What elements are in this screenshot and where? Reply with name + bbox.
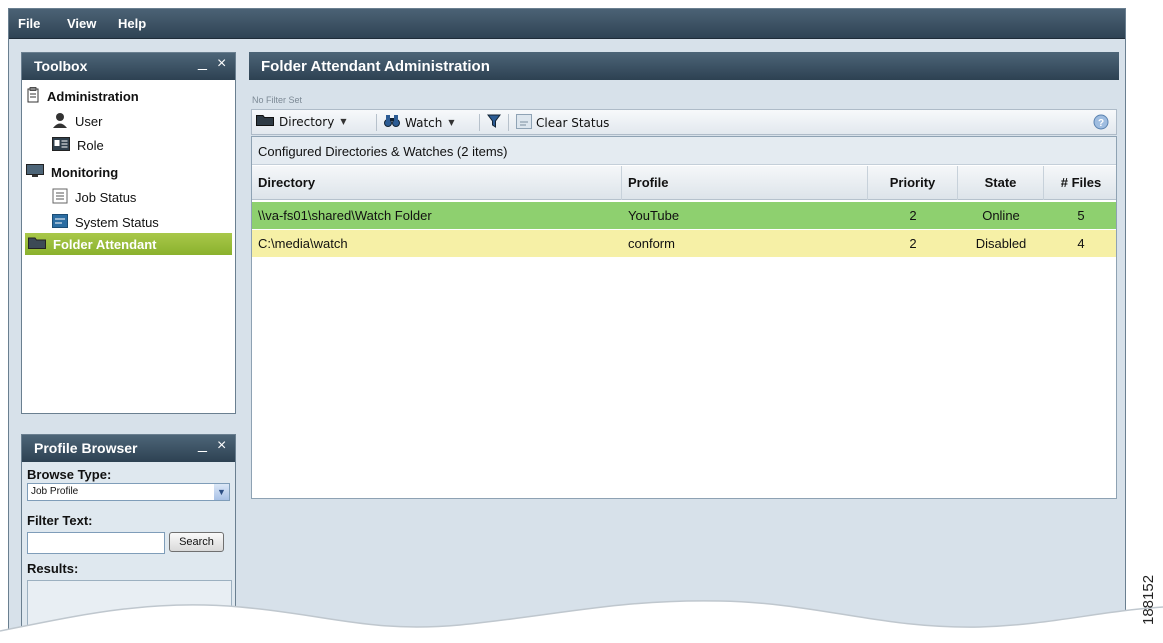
toolbox-item-label: Administration: [47, 88, 139, 104]
cell-priority: 2: [909, 208, 917, 223]
toolbar: Directory ▼ Watch ▼ Clear Status ?: [251, 109, 1117, 135]
cell-profile: YouTube: [628, 208, 680, 223]
table-row[interactable]: C:\media\watch conform 2 Disabled 4: [252, 230, 1116, 257]
directory-button[interactable]: Directory ▼: [256, 114, 346, 129]
cell-profile: conform: [628, 236, 675, 251]
help-button[interactable]: ?: [1093, 114, 1109, 133]
profile-browser-title: Profile Browser: [34, 440, 138, 456]
help-icon: ?: [1093, 114, 1109, 133]
cell-directory: \\va-fs01\shared\Watch Folder: [258, 208, 432, 223]
toolbox-item-label: Role: [77, 137, 104, 153]
toolbox-item-system-status[interactable]: System Status: [52, 211, 232, 233]
watch-button[interactable]: Watch ▼: [384, 114, 455, 131]
menubar: File View Help: [9, 9, 1125, 39]
clear-status-button[interactable]: Clear Status: [516, 114, 609, 132]
cell-state: Online: [982, 208, 1020, 223]
toolbox-item-job-status[interactable]: Job Status: [52, 186, 232, 208]
main-header: Folder Attendant Administration: [249, 52, 1119, 80]
results-label: Results:: [27, 561, 79, 576]
watch-button-label: Watch: [405, 115, 443, 130]
binoculars-icon: [384, 114, 400, 131]
cell-files: 5: [1077, 208, 1085, 223]
toolbar-divider: [479, 114, 480, 131]
column-header-directory[interactable]: Directory: [252, 166, 622, 200]
folder-attendant-panel: Folder Attendant Administration No Filte…: [249, 52, 1119, 642]
toolbox-item-folder-attendant[interactable]: Folder Attendant: [25, 233, 232, 255]
filter-text-label: Filter Text:: [27, 513, 93, 528]
svg-text:?: ?: [1098, 118, 1104, 129]
minimize-icon[interactable]: _: [198, 54, 207, 72]
column-header-state[interactable]: State: [958, 166, 1044, 200]
toolbox-item-role[interactable]: Role: [52, 134, 232, 156]
menu-help[interactable]: Help: [118, 16, 146, 31]
toolbox-item-label: User: [75, 113, 103, 129]
toolbox-item-monitoring[interactable]: Monitoring: [26, 161, 231, 183]
cell-state: Disabled: [975, 236, 1027, 251]
minimize-icon[interactable]: _: [198, 436, 207, 454]
search-button[interactable]: Search: [169, 532, 224, 552]
toolbox-panel: Toolbox _ × Administration User Role Mon…: [21, 52, 236, 414]
cell-files: 4: [1077, 236, 1085, 251]
toolbar-divider: [376, 114, 377, 131]
toolbar-divider: [508, 114, 509, 131]
close-icon[interactable]: ×: [217, 55, 226, 73]
menu-view[interactable]: View: [67, 16, 96, 31]
chevron-down-icon: ▼: [340, 117, 347, 126]
chevron-down-icon: ▼: [448, 118, 455, 127]
chevron-down-icon[interactable]: ▼: [214, 484, 229, 500]
filter-icon: [487, 114, 501, 131]
toolbox-item-administration[interactable]: Administration: [26, 85, 231, 107]
toolbox-item-label: Job Status: [75, 189, 137, 205]
directory-button-label: Directory: [279, 114, 335, 129]
toolbox-item-user[interactable]: User: [52, 110, 232, 132]
browse-type-label: Browse Type:: [27, 467, 112, 482]
application-window: File View Help Toolbox _ × Administratio…: [8, 8, 1126, 643]
column-header-priority[interactable]: Priority: [868, 166, 958, 200]
profile-browser-header: Profile Browser _ ×: [22, 435, 235, 462]
id-card-icon: [52, 136, 70, 154]
column-header-profile[interactable]: Profile: [622, 166, 868, 200]
figure-number: 188152: [1140, 574, 1157, 625]
status-icon: [52, 213, 68, 231]
toolbox-item-label: Monitoring: [51, 164, 119, 180]
toolbox-header: Toolbox _ ×: [22, 53, 235, 80]
grid-header: Directory Profile Priority State # Files: [252, 166, 1116, 200]
filter-button[interactable]: [487, 114, 501, 131]
clipboard-icon: [26, 86, 40, 106]
filter-status: No Filter Set: [252, 95, 303, 105]
table-row[interactable]: \\va-fs01\shared\Watch Folder YouTube 2 …: [252, 202, 1116, 229]
menu-file[interactable]: File: [18, 16, 40, 31]
filter-text-input[interactable]: [27, 532, 165, 554]
toolbox-item-label: System Status: [75, 214, 159, 230]
grid-caption: Configured Directories & Watches (2 item…: [252, 137, 1116, 165]
browse-type-value: Job Profile: [31, 486, 79, 497]
clear-status-icon: [516, 114, 532, 132]
clear-status-label: Clear Status: [536, 116, 610, 130]
list-icon: [52, 188, 68, 207]
close-icon[interactable]: ×: [217, 437, 226, 455]
toolbox-title: Toolbox: [34, 58, 88, 74]
column-header-files[interactable]: # Files: [1044, 166, 1118, 200]
cell-priority: 2: [909, 236, 917, 251]
monitor-icon: [26, 163, 44, 181]
toolbox-item-label: Folder Attendant: [53, 236, 157, 252]
page-title: Folder Attendant Administration: [261, 58, 490, 75]
torn-edge-decoration: [0, 600, 1163, 643]
folder-icon: [28, 236, 46, 252]
directories-grid: Configured Directories & Watches (2 item…: [251, 136, 1117, 499]
browse-type-select[interactable]: Job Profile ▼: [27, 483, 230, 501]
user-icon: [52, 112, 68, 131]
folder-icon: [256, 114, 274, 129]
cell-directory: C:\media\watch: [258, 236, 348, 251]
